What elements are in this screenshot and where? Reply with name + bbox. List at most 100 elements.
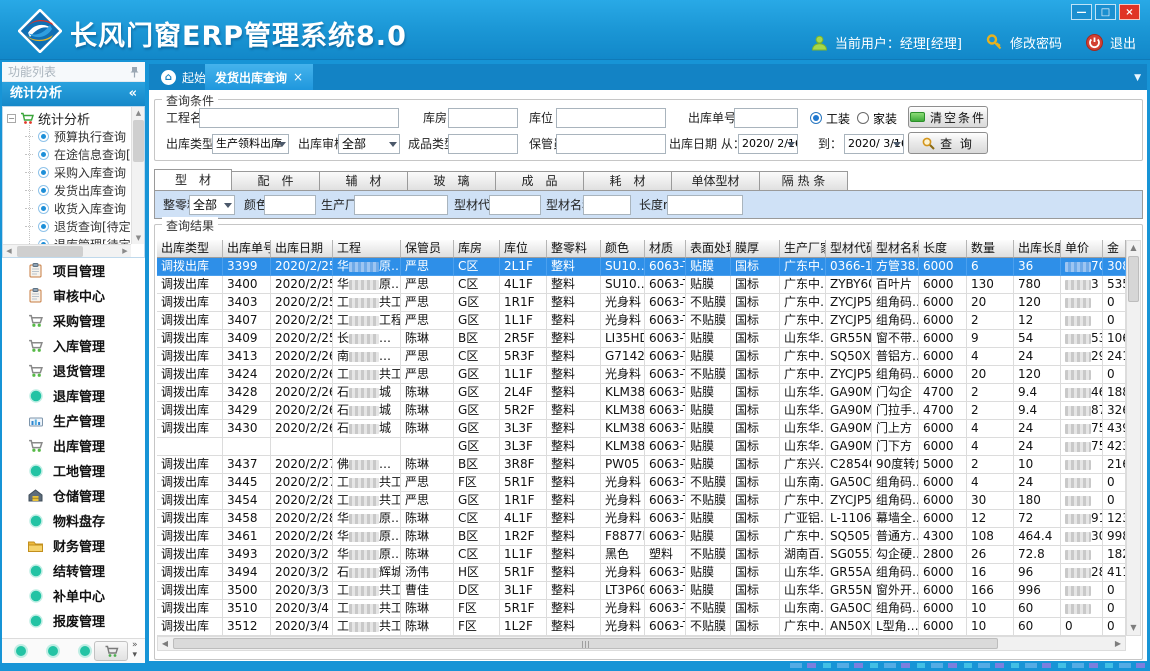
profile-name-input[interactable]: [583, 195, 631, 215]
whole-part-combo[interactable]: 全部: [189, 195, 235, 215]
material-tab-型材[interactable]: 型 材: [154, 169, 232, 191]
material-tab-单体型材[interactable]: 单体型材: [672, 171, 760, 191]
column-header-表面处理[interactable]: 表面处理: [686, 240, 731, 258]
minimize-button[interactable]: —: [1071, 4, 1092, 20]
sidebar-item-退货管理[interactable]: 退货管理: [2, 358, 145, 383]
tab-shipping-outbound-query[interactable]: 发货出库查询 ×: [205, 64, 313, 90]
grid-vertical-scrollbar[interactable]: ▲ ▼: [1126, 240, 1141, 636]
tree-horizontal-scrollbar[interactable]: ◀ ▶: [3, 244, 131, 257]
project-name-input[interactable]: [199, 108, 399, 128]
sidebar-section-header[interactable]: 统计分析 «: [2, 82, 145, 106]
tab-close-icon[interactable]: ×: [293, 70, 303, 84]
logout-link[interactable]: 退出: [1110, 33, 1136, 52]
tree-vscroll-thumb[interactable]: [133, 120, 144, 162]
module-dot-icon[interactable]: [14, 644, 28, 658]
more-modules-button[interactable]: »▾: [132, 640, 138, 660]
table-row[interactable]: 调拨出库34582020/2/28华原…陈琳C区4L1F整料光身料6063-T5…: [157, 510, 1126, 528]
warehouse-input[interactable]: [448, 108, 518, 128]
scroll-left-icon[interactable]: ◀: [3, 245, 15, 258]
material-tab-隔热条[interactable]: 隔 热 条: [760, 171, 848, 191]
column-header-生产厂家[interactable]: 生产厂家: [780, 240, 826, 258]
table-row[interactable]: 调拨出库34292020/2/26石城陈琳G区5R2F整料KLM38176063…: [157, 402, 1126, 420]
radio-gongzhuang[interactable]: 工装: [810, 108, 850, 128]
scroll-right-icon[interactable]: ▶: [1111, 637, 1125, 650]
column-header-颜色[interactable]: 颜色: [601, 240, 645, 258]
out-audit-combo[interactable]: 全部: [338, 134, 400, 154]
sidebar-item-生产管理[interactable]: 生产管理: [2, 408, 145, 433]
material-tab-辅材[interactable]: 辅 材: [320, 171, 408, 191]
tree-item[interactable]: 收货入库查询: [25, 199, 126, 217]
column-header-单价[interactable]: 单价: [1061, 240, 1103, 258]
column-header-库位[interactable]: 库位: [500, 240, 547, 258]
sidebar-item-退库管理[interactable]: 退库管理: [2, 383, 145, 408]
date-from-picker[interactable]: 2020/ 2/16: [738, 134, 798, 154]
tab-list-dropdown-icon[interactable]: ▼: [1134, 73, 1141, 83]
column-header-出库长度[interactable]: 出库长度: [1014, 240, 1061, 258]
change-password-link[interactable]: 修改密码: [1010, 33, 1062, 52]
pin-icon[interactable]: [130, 66, 139, 78]
table-row[interactable]: 调拨出库34092020/2/25长…陈琳B区2R5F整料LI35HD6063-…: [157, 330, 1126, 348]
sidebar-item-项目管理[interactable]: 项目管理: [2, 258, 145, 283]
table-row[interactable]: G区3L3F整料KLM38176063-T5贴膜国标山东华…GA90M09.门下…: [157, 438, 1126, 456]
sidebar-item-财务管理[interactable]: 财务管理: [2, 533, 145, 558]
tree-vertical-scrollbar[interactable]: ▲ ▼: [131, 107, 144, 244]
cart-module-button[interactable]: [94, 641, 128, 661]
grid-horizontal-scrollbar[interactable]: ◀ ▶: [157, 636, 1126, 651]
table-row[interactable]: 调拨出库35002020/3/3工共工程曹佳D区3L1F整料LT3P606063…: [157, 582, 1126, 600]
sidebar-item-审核中心[interactable]: 审核中心: [2, 283, 145, 308]
table-row[interactable]: 调拨出库34032020/2/25工共工程严思G区1R1F整料光身料6063-T…: [157, 294, 1126, 312]
tree-root-statistics[interactable]: − 统计分析: [7, 109, 90, 127]
scroll-right-icon[interactable]: ▶: [119, 245, 131, 258]
sidebar-item-物料盘存[interactable]: 物料盘存: [2, 508, 145, 533]
scroll-up-icon[interactable]: ▲: [132, 107, 145, 119]
grid-hscroll-thumb[interactable]: [173, 638, 998, 649]
tree-expander-icon[interactable]: −: [7, 114, 16, 123]
table-row[interactable]: 调拨出库34932020/3/2华原…陈琳C区1L1F整料黑色塑料不贴膜国标湖南…: [157, 546, 1126, 564]
table-row[interactable]: 调拨出库35102020/3/4工共工程陈琳F区5R1F整料光身料6063-T5…: [157, 600, 1126, 618]
scroll-down-icon[interactable]: ▼: [132, 232, 145, 244]
tree-item[interactable]: 发货出库查询: [25, 181, 126, 199]
scroll-down-icon[interactable]: ▼: [1127, 621, 1140, 635]
sidebar-item-工地管理[interactable]: 工地管理: [2, 458, 145, 483]
maker-input[interactable]: [354, 195, 448, 215]
sidebar-item-补单中心[interactable]: 补单中心: [2, 583, 145, 608]
table-row[interactable]: 调拨出库34942020/3/2石辉城汤伟H区5R1F整料光身料6063-T5贴…: [157, 564, 1126, 582]
table-row[interactable]: 调拨出库34072020/2/25工工程严思G区1L1F整料光身料6063-T5…: [157, 312, 1126, 330]
table-row[interactable]: 调拨出库34132020/2/26南…严思C区5R3F整料G714226063-…: [157, 348, 1126, 366]
table-row[interactable]: 调拨出库35122020/3/4工共工程陈琳F区1L2F整料光身料6063-T5…: [157, 618, 1126, 636]
close-button[interactable]: ×: [1119, 4, 1140, 20]
column-header-金[interactable]: 金: [1103, 240, 1126, 258]
table-row[interactable]: 调拨出库34542020/2/28工共工程严思G区1R1F整料光身料6063-T…: [157, 492, 1126, 510]
table-row[interactable]: 调拨出库34002020/2/25华原…严思C区4L1F整料SU10…6063-…: [157, 276, 1126, 294]
tree-hscroll-thumb[interactable]: [17, 246, 83, 257]
table-row[interactable]: 调拨出库34452020/2/27工共工程严思F区5R1F整料光身料6063-T…: [157, 474, 1126, 492]
sidebar-item-出库管理[interactable]: 出库管理: [2, 433, 145, 458]
grid-vscroll-thumb[interactable]: [1128, 256, 1139, 302]
sidebar-item-报废管理[interactable]: 报废管理: [2, 608, 145, 633]
material-tab-配件[interactable]: 配 件: [232, 171, 320, 191]
scroll-left-icon[interactable]: ◀: [158, 637, 172, 650]
material-tab-耗材[interactable]: 耗 材: [584, 171, 672, 191]
length-input[interactable]: [667, 195, 743, 215]
profile-code-input[interactable]: [489, 195, 541, 215]
column-header-出库单号[interactable]: 出库单号: [223, 240, 271, 258]
clear-conditions-button[interactable]: 清空条件: [908, 106, 988, 128]
sidebar-item-仓储管理[interactable]: 仓储管理: [2, 483, 145, 508]
module-dot-icon[interactable]: [46, 644, 60, 658]
order-no-input[interactable]: [734, 108, 798, 128]
table-row[interactable]: 调拨出库34612020/2/28华原…陈琳B区1R2F整料F8877FT606…: [157, 528, 1126, 546]
date-to-picker[interactable]: 2020/ 3/16: [844, 134, 904, 154]
column-header-工程[interactable]: 工程: [333, 240, 401, 258]
keeper-input[interactable]: [556, 134, 666, 154]
product-type-input[interactable]: [448, 134, 518, 154]
sidebar-item-采购管理[interactable]: 采购管理: [2, 308, 145, 333]
column-header-膜厚[interactable]: 膜厚: [731, 240, 780, 258]
collapse-icon[interactable]: «: [129, 82, 137, 106]
tree-item[interactable]: 在途信息查询[待: [25, 145, 131, 163]
tree-item[interactable]: 退库管理[待定]: [25, 235, 131, 244]
material-tab-玻璃[interactable]: 玻 璃: [408, 171, 496, 191]
maximize-button[interactable]: □: [1095, 4, 1116, 20]
search-button[interactable]: 查 询: [908, 132, 988, 154]
column-header-整零料[interactable]: 整零料: [547, 240, 601, 258]
table-row[interactable]: 调拨出库33992020/2/25华原…严思C区2L1F整料SU10…6063-…: [157, 258, 1126, 276]
